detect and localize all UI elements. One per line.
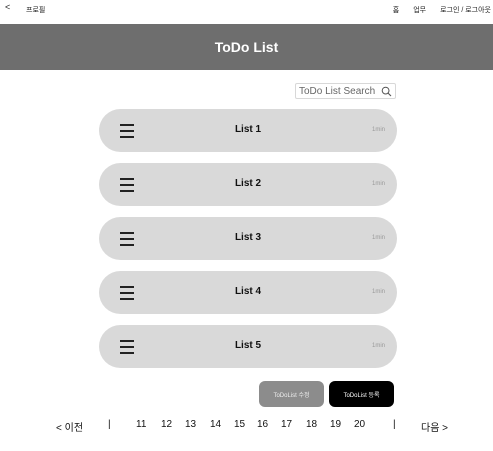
page-title: ToDo List	[214, 39, 279, 55]
page-link[interactable]: 13	[185, 419, 196, 430]
todo-item-time: 1min	[371, 343, 385, 349]
profile-link[interactable]: 프로필	[26, 5, 45, 15]
prev-page-link[interactable]: < 이전	[56, 419, 83, 434]
pagination: < 이전 | 11 12 13 14 15 16 17 18 19 20 | 다…	[0, 419, 493, 434]
todo-item[interactable]: List 5 1min	[99, 325, 397, 368]
page-link[interactable]: 14	[210, 419, 221, 430]
back-icon[interactable]: <	[5, 3, 10, 12]
todo-item-time: 1min	[371, 235, 385, 241]
page-link[interactable]: 11	[136, 419, 146, 430]
todo-item-time: 1min	[371, 289, 385, 295]
top-nav: < 프로필 홈 업무 로그인 / 로그아웃	[0, 0, 493, 18]
todo-item[interactable]: List 4 1min	[99, 271, 397, 314]
todo-item-time: 1min	[371, 127, 385, 133]
page-link[interactable]: 12	[161, 419, 172, 430]
nav-login-logout-link[interactable]: 로그인 / 로그아웃	[440, 5, 491, 15]
page-link[interactable]: 15	[234, 419, 245, 430]
todo-item[interactable]: List 2 1min	[99, 163, 397, 206]
search-icon[interactable]	[381, 86, 392, 97]
edit-todolist-button[interactable]: ToDoList 수정	[259, 381, 324, 407]
page-link[interactable]: 16	[257, 419, 268, 430]
todo-item[interactable]: List 1 1min	[99, 109, 397, 152]
search-box[interactable]	[295, 83, 396, 99]
todo-item-label: List 4	[234, 286, 262, 297]
nav-tasks-link[interactable]: 업무	[413, 5, 426, 15]
todo-item-time: 1min	[371, 181, 385, 187]
search-input[interactable]	[299, 85, 381, 97]
page-link[interactable]: 18	[306, 419, 317, 430]
nav-home-link[interactable]: 홈	[393, 5, 399, 15]
pagination-separator: |	[108, 419, 111, 430]
page-link[interactable]: 17	[281, 419, 292, 430]
add-todolist-button[interactable]: ToDoList 등록	[329, 381, 394, 407]
todo-item[interactable]: List 3 1min	[99, 217, 397, 260]
page-link[interactable]: 19	[330, 419, 341, 430]
todo-item-label: List 3	[234, 232, 262, 243]
page-header: ToDo List	[0, 24, 493, 70]
next-page-link[interactable]: 다음 >	[421, 419, 448, 434]
todo-item-label: List 2	[234, 178, 262, 189]
todo-item-label: List 1	[234, 124, 262, 135]
pagination-separator: |	[393, 419, 396, 430]
nav-links: 홈 업무 로그인 / 로그아웃	[393, 5, 491, 15]
page-link[interactable]: 20	[354, 419, 365, 430]
todo-item-label: List 5	[234, 340, 262, 351]
